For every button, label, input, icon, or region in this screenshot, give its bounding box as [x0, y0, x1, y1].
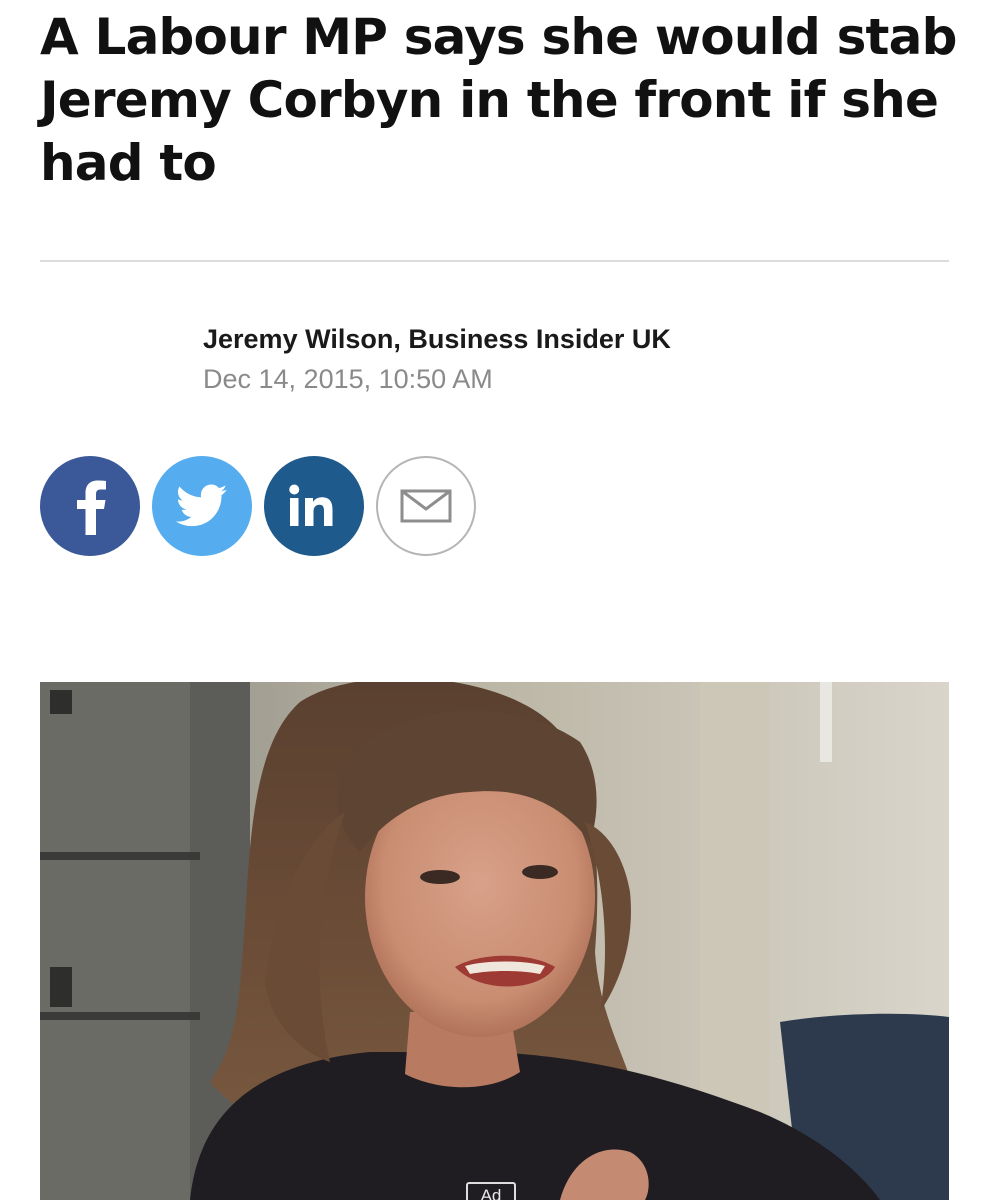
byline: Jeremy Wilson, Business Insider UK Dec 1… — [203, 321, 903, 395]
facebook-icon — [77, 480, 106, 535]
email-share-button[interactable] — [376, 456, 476, 556]
ad-badge: Ad — [466, 1182, 516, 1200]
video-player[interactable]: Ad — [40, 682, 949, 1200]
video-still-image — [40, 682, 949, 1200]
envelope-icon — [400, 489, 452, 523]
linkedin-share-button[interactable] — [264, 456, 364, 556]
article-headline: A Labour MP says she would stab Jeremy C… — [40, 8, 957, 192]
publish-date: Dec 14, 2015, 10:50 AM — [203, 364, 493, 394]
author-name[interactable]: Jeremy Wilson, Business Insider UK — [203, 321, 903, 357]
linkedin-icon — [289, 484, 333, 526]
facebook-share-button[interactable] — [40, 456, 140, 556]
twitter-icon — [176, 484, 228, 527]
divider — [40, 260, 949, 262]
twitter-share-button[interactable] — [152, 456, 252, 556]
